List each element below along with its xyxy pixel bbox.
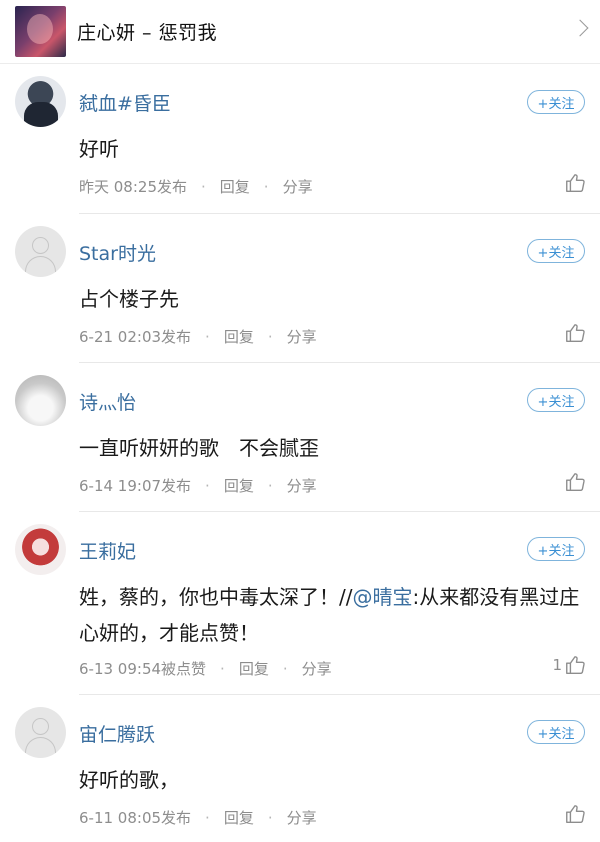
share-button[interactable]: 分享 xyxy=(287,807,317,828)
comment-text-part: 姓，蔡的，你也中毒太深了！// xyxy=(79,585,353,609)
follow-button-label: +关注 xyxy=(537,96,575,112)
thumbs-up-icon xyxy=(566,473,585,491)
song-title: 庄心妍 – 惩罚我 xyxy=(77,22,218,44)
comment-time: 6-11 08:05发布 xyxy=(79,809,192,827)
thumbs-up-icon xyxy=(566,324,585,342)
like-button[interactable]: 1 xyxy=(552,654,586,676)
comment-meta: 6-21 02:03发布 · 回复 · 分享 xyxy=(79,326,317,347)
avatar[interactable] xyxy=(15,375,66,426)
song-header[interactable]: 庄心妍 – 惩罚我 xyxy=(0,0,600,64)
comment-time: 6-14 19:07发布 xyxy=(79,477,192,495)
separator-dot: · xyxy=(205,808,210,827)
reply-button[interactable]: 回复 xyxy=(239,658,269,679)
comment-text: 好听的歌， xyxy=(79,768,179,792)
like-button[interactable] xyxy=(562,803,586,825)
thumbs-up-icon xyxy=(566,805,585,823)
comment-item: 宙仁腾跃 +关注 好听的歌， 6-11 08:05发布 · 回复 · 分享 xyxy=(0,695,600,842)
comment-text: 占个楼子先 xyxy=(79,287,179,311)
song-cover-image[interactable] xyxy=(15,6,66,57)
reply-button[interactable]: 回复 xyxy=(224,807,254,828)
share-button[interactable]: 分享 xyxy=(302,658,332,679)
comment-item: 弑血#昏臣 +关注 好听 昨天 08:25发布 · 回复 · 分享 xyxy=(0,64,600,214)
reply-button[interactable]: 回复 xyxy=(220,176,250,197)
comment-text: 一直听妍妍的歌 不会腻歪 xyxy=(79,436,319,460)
separator-dot: · xyxy=(205,327,210,346)
avatar[interactable] xyxy=(15,524,66,575)
separator-dot: · xyxy=(267,476,273,495)
comment-username[interactable]: Star时光 xyxy=(79,239,156,266)
comment-username[interactable]: 王莉妃 xyxy=(79,537,136,564)
comment-text: 好听 xyxy=(79,137,119,161)
follow-button[interactable]: +关注 xyxy=(527,720,585,744)
comment-item: Star时光 +关注 占个楼子先 6-21 02:03发布 · 回复 · 分享 xyxy=(0,214,600,363)
comment-username[interactable]: 弑血#昏臣 xyxy=(79,89,171,116)
separator-dot: · xyxy=(263,177,269,196)
like-button[interactable] xyxy=(562,172,586,194)
comment-time: 昨天 08:25发布 xyxy=(79,178,187,196)
avatar[interactable] xyxy=(15,707,66,758)
follow-button[interactable]: +关注 xyxy=(527,388,585,412)
separator-dot: · xyxy=(267,327,273,346)
share-button[interactable]: 分享 xyxy=(283,176,313,197)
comment-time: 6-21 02:03发布 xyxy=(79,328,192,346)
thumbs-up-icon xyxy=(566,656,585,674)
follow-button[interactable]: +关注 xyxy=(527,537,585,561)
like-count: 1 xyxy=(552,656,562,674)
comment-meta: 6-14 19:07发布 · 回复 · 分享 xyxy=(79,475,317,496)
follow-button-label: +关注 xyxy=(537,394,575,410)
follow-button-label: +关注 xyxy=(537,245,575,261)
comment-meta: 6-11 08:05发布 · 回复 · 分享 xyxy=(79,807,317,828)
follow-button[interactable]: +关注 xyxy=(527,90,585,114)
avatar[interactable] xyxy=(15,76,66,127)
separator-dot: · xyxy=(205,476,210,495)
comment-username[interactable]: 诗灬怡 xyxy=(79,388,136,415)
comment-meta: 6-13 09:54被点赞 · 回复 · 分享 xyxy=(79,658,332,679)
follow-button-label: +关注 xyxy=(537,543,575,559)
share-button[interactable]: 分享 xyxy=(287,475,317,496)
separator-dot: · xyxy=(282,659,288,678)
comment-text: 姓，蔡的，你也中毒太深了！//@晴宝:从来都没有黑过庄心妍的，才能点赞！ xyxy=(79,579,586,651)
chevron-right-icon[interactable] xyxy=(571,19,589,37)
comment-time: 6-13 09:54被点赞 xyxy=(79,660,207,678)
thumbs-up-icon xyxy=(566,174,585,192)
comment-item: 王莉妃 +关注 姓，蔡的，你也中毒太深了！//@晴宝:从来都没有黑过庄心妍的，才… xyxy=(0,512,600,695)
comment-username[interactable]: 宙仁腾跃 xyxy=(79,720,155,747)
like-button[interactable] xyxy=(562,322,586,344)
share-button[interactable]: 分享 xyxy=(287,326,317,347)
reply-button[interactable]: 回复 xyxy=(224,475,254,496)
like-button[interactable] xyxy=(562,471,586,493)
mention-link[interactable]: @晴宝 xyxy=(352,585,412,609)
avatar[interactable] xyxy=(15,226,66,277)
follow-button-label: +关注 xyxy=(537,726,575,742)
reply-button[interactable]: 回复 xyxy=(224,326,254,347)
separator-dot: · xyxy=(201,177,206,196)
separator-dot: · xyxy=(267,808,273,827)
follow-button[interactable]: +关注 xyxy=(527,239,585,263)
comment-item: 诗灬怡 +关注 一直听妍妍的歌 不会腻歪 6-14 19:07发布 · 回复 ·… xyxy=(0,363,600,512)
separator-dot: · xyxy=(220,659,225,678)
comment-meta: 昨天 08:25发布 · 回复 · 分享 xyxy=(79,176,313,197)
